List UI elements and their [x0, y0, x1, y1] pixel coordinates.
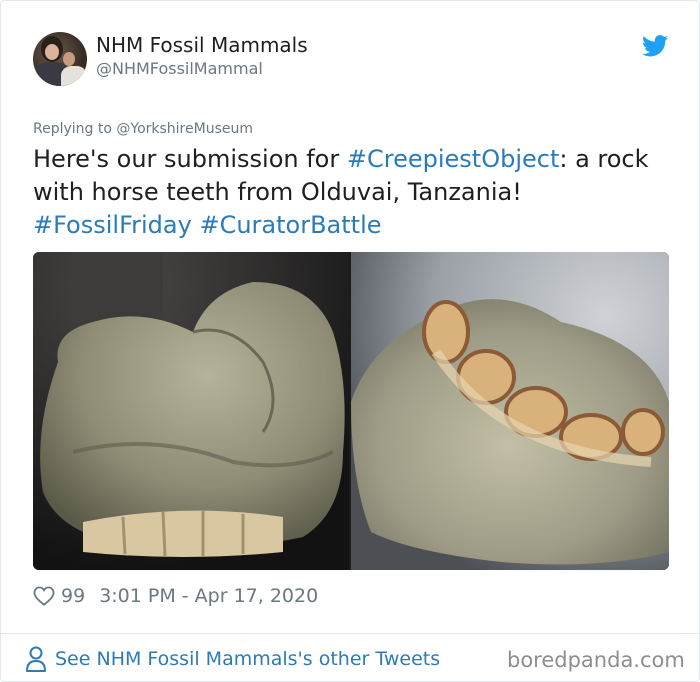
tweet-timestamp[interactable]: 3:01 PM - Apr 17, 2020 [99, 585, 318, 607]
hashtag-fossil-friday[interactable]: #FossilFriday [33, 211, 192, 239]
tweet-meta: 99 3:01 PM - Apr 17, 2020 [33, 583, 318, 609]
heart-icon[interactable] [33, 586, 55, 606]
author-avatar[interactable] [33, 32, 87, 86]
author-handle[interactable]: @NHMFossilMammal [96, 59, 263, 78]
author-name[interactable]: NHM Fossil Mammals [96, 33, 308, 57]
tweet-card: NHM Fossil Mammals @NHMFossilMammal Repl… [0, 0, 700, 682]
tweet-photo-grid [33, 252, 669, 570]
like-count[interactable]: 99 [61, 585, 85, 607]
tweet-text: Here's our submission for #CreepiestObje… [33, 143, 673, 242]
hashtag-curator-battle[interactable]: #CuratorBattle [199, 211, 381, 239]
boredpanda-watermark: boredpanda.com [507, 648, 685, 672]
other-tweets-link[interactable]: See NHM Fossil Mammals's other Tweets [25, 645, 440, 673]
reply-context[interactable]: Replying to @YorkshireMuseum [33, 121, 253, 137]
tweet-line-1: Here's our submission for #CreepiestObje… [33, 143, 673, 176]
tweet-line-2: with horse teeth from Olduvai, Tanzania! [33, 178, 522, 206]
other-tweets-label[interactable]: See NHM Fossil Mammals's other Tweets [55, 648, 440, 670]
person-icon [26, 646, 46, 672]
footer-divider [1, 633, 699, 634]
hashtag-creepiest-object[interactable]: #CreepiestObject [347, 145, 559, 173]
photo-rock-teeth-top[interactable] [351, 252, 669, 570]
tweet-text-segment: Here's our submission for [33, 145, 347, 173]
twitter-bird-icon[interactable] [642, 35, 668, 57]
photo-rock-teeth-underside[interactable] [33, 252, 349, 570]
tweet-text-segment: : a rock [559, 145, 649, 173]
tweet-line-3: #FossilFriday #CuratorBattle [33, 209, 673, 242]
